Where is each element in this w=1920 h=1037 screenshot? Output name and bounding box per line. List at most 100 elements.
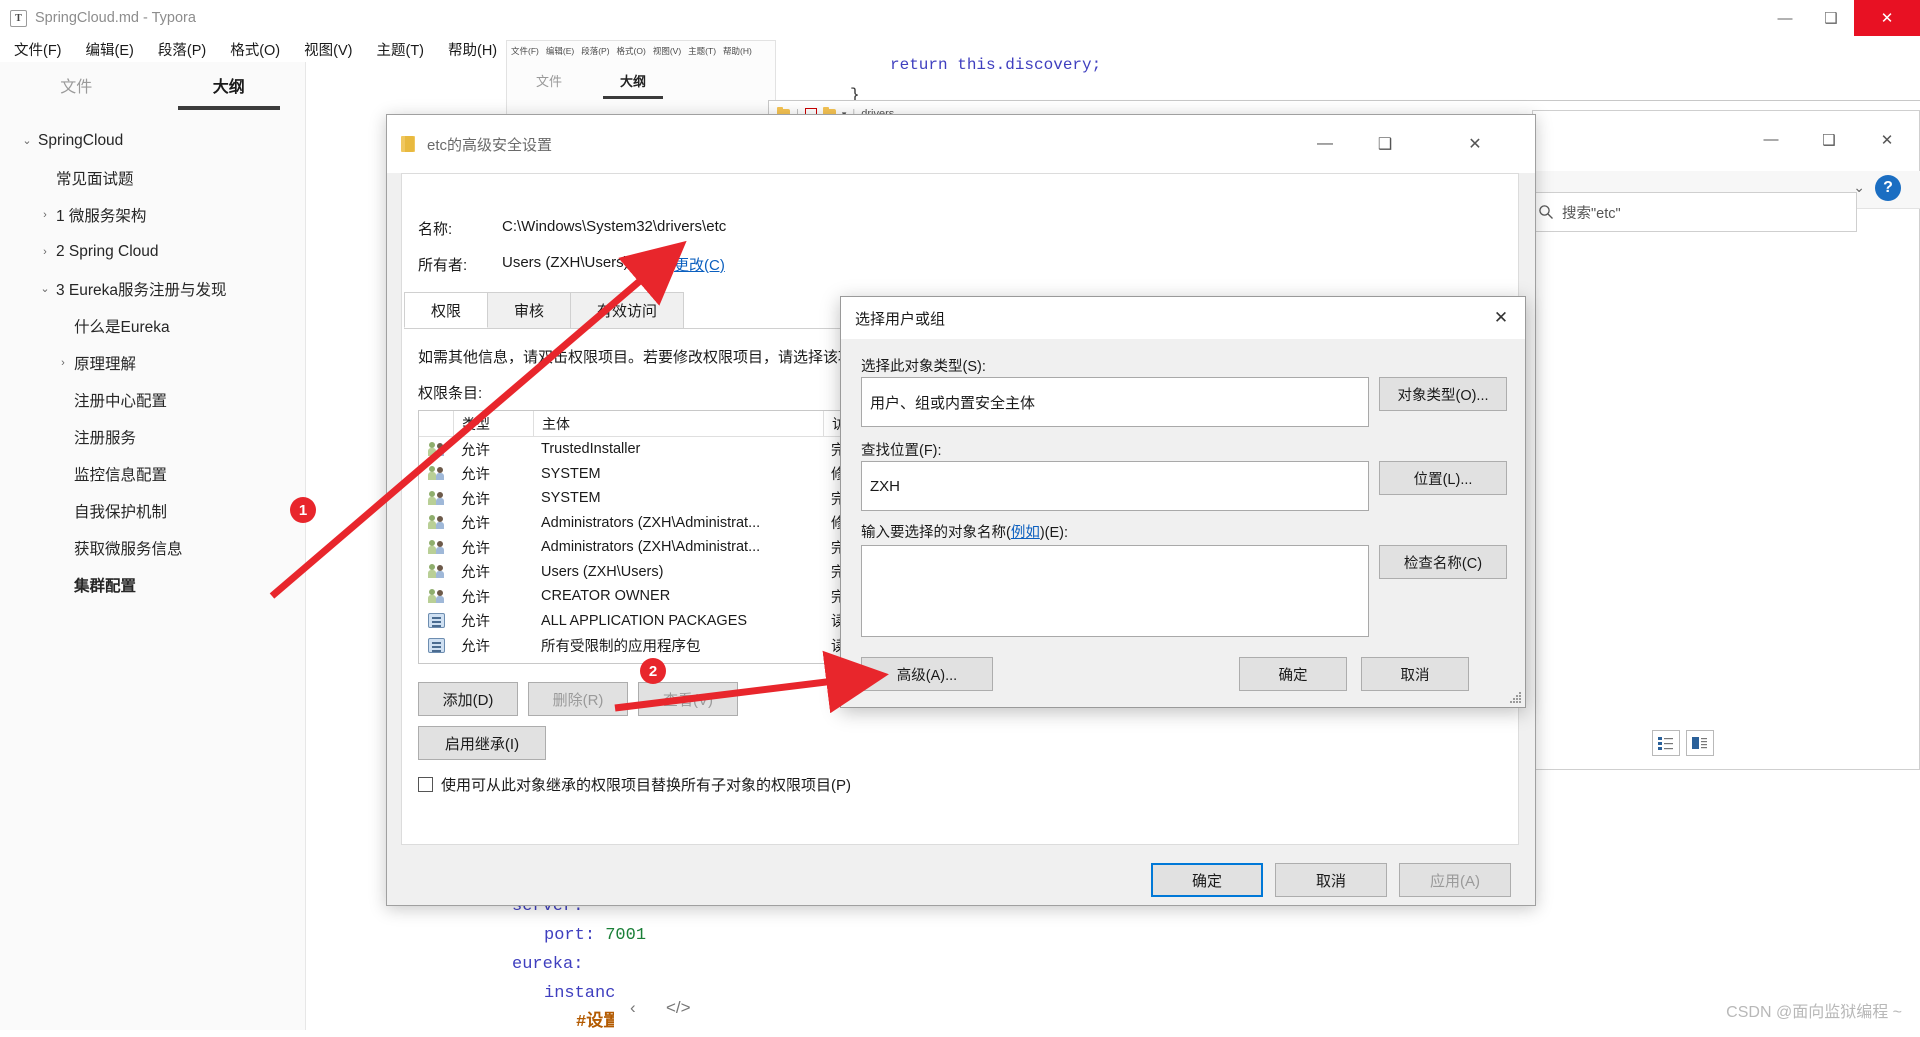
location-input[interactable]: ZXH	[861, 461, 1369, 511]
select-dialog-title: 选择用户或组	[855, 310, 946, 328]
chevron-right-icon[interactable]: ›	[38, 246, 52, 258]
location-button[interactable]: 位置(L)...	[1379, 461, 1507, 495]
package-icon	[419, 613, 453, 629]
outline-item-cluster-config[interactable]: 集群配置	[0, 566, 305, 603]
apply-button[interactable]: 应用(A)	[1399, 863, 1511, 897]
select-cancel-button[interactable]: 取消	[1361, 657, 1469, 691]
tab-effective-access[interactable]: 有效访问	[570, 292, 685, 328]
explorer2-close[interactable]: ✕	[1865, 131, 1909, 157]
location-label: 查找位置(F):	[861, 443, 942, 459]
bg-tab-files[interactable]: 文件	[507, 71, 591, 90]
replace-permissions-checkbox[interactable]	[418, 777, 433, 792]
check-names-button[interactable]: 检查名称(C)	[1379, 545, 1507, 579]
users-icon	[419, 588, 453, 604]
advanced-close-button[interactable]: ✕	[1445, 115, 1505, 173]
typora-sidebar: 文件 大纲 ⌄ SpringCloud 常见面试题 › 1 微服务架构 › 2 …	[0, 62, 306, 1030]
explorer2-maximize[interactable]: ❑	[1807, 131, 1851, 157]
tab-outline[interactable]: 大纲	[153, 62, 306, 114]
sidebar-tabs: 文件 大纲	[0, 62, 305, 114]
bg-menu-view[interactable]: 视图(V)	[653, 45, 681, 57]
outline-item-registry-config[interactable]: 注册中心配置	[0, 381, 305, 418]
cancel-button[interactable]: 取消	[1275, 863, 1387, 897]
bg-menu-edit[interactable]: 编辑(E)	[546, 45, 574, 57]
owner-change-link[interactable]: 更改(C)	[674, 257, 725, 274]
details-view-icon[interactable]	[1652, 730, 1680, 756]
row-type: 允许	[461, 589, 490, 606]
owner-change-group[interactable]: 更改(C)	[655, 254, 725, 275]
chevron-right-icon[interactable]: ›	[38, 209, 52, 221]
menu-file[interactable]: 文件(F)	[10, 37, 66, 62]
users-icon	[419, 539, 453, 555]
outline-item-self-protection[interactable]: 自我保护机制	[0, 492, 305, 529]
close-icon[interactable]: ✕	[1477, 297, 1525, 339]
bg-menu-file[interactable]: 文件(F)	[511, 45, 539, 57]
menu-format[interactable]: 格式(O)	[226, 37, 284, 62]
tab-permissions[interactable]: 权限	[404, 292, 489, 328]
outline-item-label: 集群配置	[74, 577, 137, 595]
users-icon	[419, 564, 453, 579]
help-icon[interactable]: ?	[1875, 175, 1901, 201]
bg-tab-outline[interactable]: 大纲	[591, 71, 675, 90]
outline-item-get-service-info[interactable]: 获取微服务信息	[0, 529, 305, 566]
source-code-icon[interactable]: </>	[666, 998, 691, 1018]
object-names-input[interactable]	[861, 545, 1369, 637]
row-type: 允许	[461, 540, 490, 557]
tab-files[interactable]: 文件	[0, 62, 153, 114]
menu-help[interactable]: 帮助(H)	[444, 37, 501, 62]
menu-paragraph[interactable]: 段落(P)	[154, 37, 210, 62]
chevron-right-icon[interactable]: ›	[56, 357, 70, 369]
bg-menu-theme[interactable]: 主题(T)	[688, 45, 716, 57]
table-header-type[interactable]: 类型	[453, 411, 533, 437]
remove-button[interactable]: 删除(R)	[528, 682, 628, 716]
advanced-maximize-button[interactable]: ❑	[1355, 115, 1415, 173]
background-menubar: 文件(F) 编辑(E) 段落(P) 格式(O) 视图(V) 主题(T) 帮助(H…	[507, 41, 775, 57]
outline-item-monitor-config[interactable]: 监控信息配置	[0, 455, 305, 492]
explorer2-minimize[interactable]: —	[1749, 131, 1793, 157]
large-icons-view-icon[interactable]	[1686, 730, 1714, 756]
select-ok-button[interactable]: 确定	[1239, 657, 1347, 691]
object-type-button[interactable]: 对象类型(O)...	[1379, 377, 1507, 411]
outline-item-whatis-eureka[interactable]: 什么是Eureka	[0, 307, 305, 344]
outline-item-principle[interactable]: › 原理理解	[0, 344, 305, 381]
enable-inheritance-button[interactable]: 启用继承(I)	[418, 726, 546, 760]
outline-item-springcloud[interactable]: ⌄ SpringCloud	[0, 122, 305, 159]
select-user-or-group-dialog[interactable]: 选择用户或组 ✕ 选择此对象类型(S): 用户、组或内置安全主体 对象类型(O)…	[840, 296, 1526, 708]
outline-item-eureka[interactable]: ⌄ 3 Eureka服务注册与发现	[0, 270, 305, 307]
examples-link[interactable]: 例如	[1011, 525, 1040, 541]
minimize-button[interactable]: —	[1762, 0, 1808, 36]
chevron-down-icon[interactable]: ⌄	[20, 134, 34, 147]
row-principal: ALL APPLICATION PACKAGES	[541, 612, 748, 629]
chevron-down-icon[interactable]: ⌄	[38, 282, 52, 295]
bg-menu-format[interactable]: 格式(O)	[617, 45, 646, 57]
outline-item-label: 原理理解	[74, 355, 137, 373]
maximize-button[interactable]: ❑	[1808, 0, 1854, 36]
bg-menu-help[interactable]: 帮助(H)	[723, 45, 752, 57]
table-header-principal[interactable]: 主体	[533, 411, 823, 437]
resize-grip-icon[interactable]	[1510, 692, 1522, 704]
menu-view[interactable]: 视图(V)	[300, 37, 356, 62]
tab-audit[interactable]: 审核	[487, 292, 572, 328]
outline-item-springcloud2[interactable]: › 2 Spring Cloud	[0, 233, 305, 270]
bg-menu-paragraph[interactable]: 段落(P)	[581, 45, 609, 57]
outline-item-interview[interactable]: 常见面试题	[0, 159, 305, 196]
code-value-port: 7001	[605, 926, 647, 945]
background-sidebar-tabs: 文件 大纲	[507, 71, 775, 90]
object-type-input[interactable]: 用户、组或内置安全主体	[861, 377, 1369, 427]
row-type: 允许	[461, 614, 490, 631]
outline-item-register-service[interactable]: 注册服务	[0, 418, 305, 455]
ok-button[interactable]: 确定	[1151, 863, 1263, 897]
sidebar-toggle-icon[interactable]: ‹	[630, 998, 636, 1018]
advanced-button[interactable]: 高级(A)...	[861, 657, 993, 691]
replace-permissions-row[interactable]: 使用可从此对象继承的权限项目替换所有子对象的权限项目(P)	[418, 774, 851, 795]
menu-theme[interactable]: 主题(T)	[372, 37, 428, 62]
row-principal: TrustedInstaller	[541, 441, 641, 458]
menu-edit[interactable]: 编辑(E)	[82, 37, 138, 62]
advanced-minimize-button[interactable]: —	[1295, 115, 1355, 173]
add-button[interactable]: 添加(D)	[418, 682, 518, 716]
close-button[interactable]: ✕	[1854, 0, 1920, 36]
view-button[interactable]: 查看(V)	[638, 682, 738, 716]
outline-item-microservice[interactable]: › 1 微服务架构	[0, 196, 305, 233]
explorer2-search-box[interactable]: 搜索"etc"	[1527, 192, 1857, 232]
owner-value: Users (ZXH\Users)	[502, 254, 629, 271]
typora-statusbar: ‹ </>	[614, 984, 1920, 1030]
